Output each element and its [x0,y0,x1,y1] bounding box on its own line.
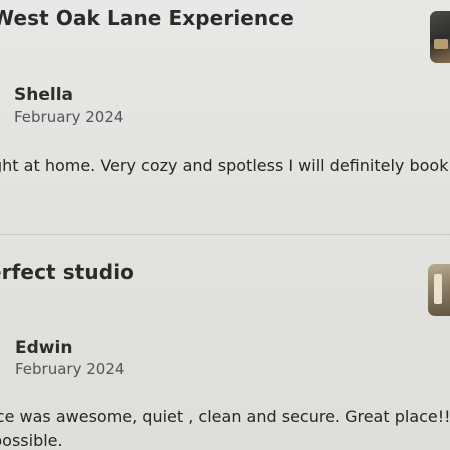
review-title: erfect studio [0,260,134,284]
review-title: West Oak Lane Experience [0,6,294,30]
review-text: ght at home. Very cozy and spotless I wi… [0,156,449,175]
review-text: ace was awesome, quiet , clean and secur… [0,407,450,426]
review-date: February 2024 [14,108,124,126]
reviewer-name[interactable]: Edwin [15,338,72,358]
review-card: West Oak Lane Experience Shella February… [0,0,450,234]
reviewer-name[interactable]: Shella [14,85,73,105]
review-text-continued: possible. [0,431,63,450]
listing-photo-icon[interactable] [428,264,450,316]
review-divider [0,234,450,235]
reviews-screen: West Oak Lane Experience Shella February… [0,0,450,450]
review-card: erfect studio Edwin February 2024 ace wa… [0,236,450,450]
review-date: February 2024 [15,360,125,378]
listing-photo-icon[interactable] [430,11,450,63]
